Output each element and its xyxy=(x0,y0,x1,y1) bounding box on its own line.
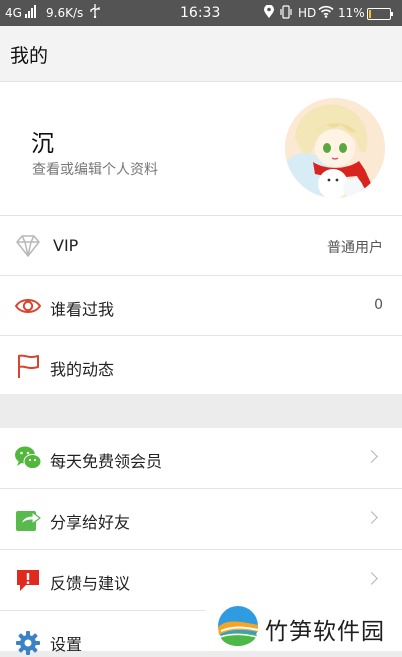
settings-label: 设置 xyxy=(50,635,83,654)
chevron-right-icon xyxy=(365,511,378,524)
network-type: 4G xyxy=(5,6,22,20)
usb-icon xyxy=(90,4,100,21)
share-row[interactable]: 分享给好友 xyxy=(0,489,402,550)
vip-label: VIP xyxy=(53,236,79,255)
chevron-right-icon xyxy=(365,450,378,463)
visitors-count: 0 xyxy=(374,297,383,313)
edit-profile-link[interactable]: 查看或编辑个人资料 xyxy=(32,159,158,179)
vibrate-icon xyxy=(279,5,293,22)
share-icon xyxy=(16,511,41,531)
free-vip-label: 每天免费领会员 xyxy=(50,452,163,471)
wifi-icon xyxy=(318,5,334,21)
page-title: 我的 xyxy=(10,45,49,67)
flag-icon xyxy=(18,354,39,378)
visitors-row[interactable]: 谁看过我 0 xyxy=(0,276,402,336)
battery-percent: 11% xyxy=(338,6,365,20)
wechat-icon xyxy=(15,446,42,469)
title-bar: 我的 xyxy=(0,26,402,82)
moments-label: 我的动态 xyxy=(50,360,115,379)
feedback-label: 反馈与建议 xyxy=(50,574,131,593)
network-speed: 9.6K/s xyxy=(46,6,84,20)
battery-icon xyxy=(367,8,393,20)
watermark: 竹笋软件园 xyxy=(205,602,402,651)
chevron-right-icon xyxy=(365,572,378,585)
status-bar: 4G 9.6K/s 16:33 HD 11% xyxy=(0,0,402,26)
visitors-label: 谁看过我 xyxy=(50,300,115,319)
diamond-icon xyxy=(16,235,40,257)
feedback-icon xyxy=(17,570,39,591)
vip-row[interactable]: VIP 普通用户 xyxy=(0,216,402,276)
hd-indicator: HD xyxy=(298,6,317,20)
watermark-logo xyxy=(218,606,259,646)
vip-status: 普通用户 xyxy=(327,240,383,256)
location-icon xyxy=(264,4,274,22)
section-divider xyxy=(0,394,402,427)
avatar[interactable] xyxy=(285,98,385,198)
profile-name: 沉 xyxy=(31,131,54,157)
eye-icon xyxy=(14,299,42,313)
signal-icon xyxy=(23,4,37,18)
clock: 16:33 xyxy=(180,5,221,21)
moments-row[interactable]: 我的动态 xyxy=(0,336,402,396)
gear-icon xyxy=(16,631,40,655)
watermark-text: 竹笋软件园 xyxy=(265,619,385,645)
share-label: 分享给好友 xyxy=(50,513,131,532)
free-vip-row[interactable]: 每天免费领会员 xyxy=(0,428,402,489)
profile-card[interactable]: 沉 查看或编辑个人资料 xyxy=(0,82,402,216)
